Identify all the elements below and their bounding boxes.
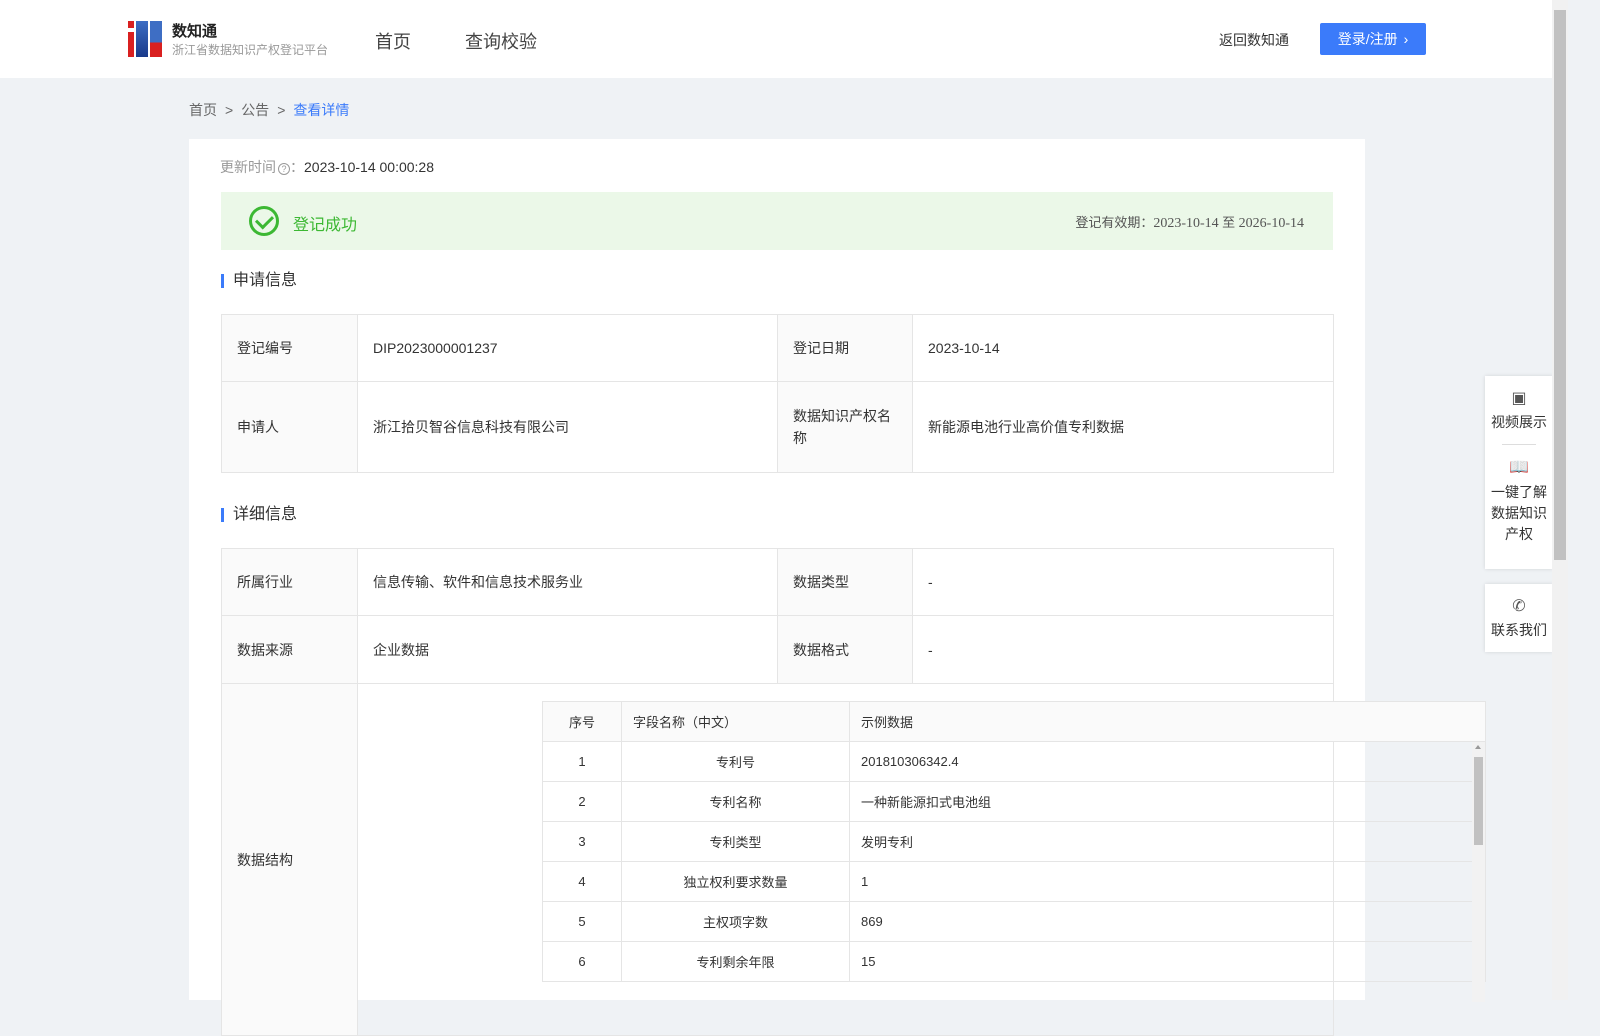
table-row: 1 专利号 201810306342.4 — [542, 741, 1486, 782]
help-icon[interactable]: ? — [278, 163, 290, 175]
scroll-up-icon[interactable] — [1475, 745, 1481, 749]
login-label: 登录/注册 — [1337, 31, 1398, 47]
side-panel: ▣ 视频展示 📖 一键了解 数据知识 产权 — [1485, 376, 1553, 569]
breadcrumb-notice[interactable]: 公告 — [241, 102, 269, 118]
table-row: 5 主权项字数 869 — [542, 901, 1486, 942]
table-row: 数据来源 企业数据 数据格式 - — [221, 615, 1334, 684]
status-banner: 登记成功 登记有效期：2023-10-14 至 2026-10-14 — [221, 192, 1333, 250]
brand-subtitle: 浙江省数据知识产权登记平台 — [172, 43, 329, 57]
logo[interactable] — [128, 21, 162, 57]
breadcrumb-home[interactable]: 首页 — [189, 102, 217, 118]
table-row: 6 专利剩余年限 15 — [542, 941, 1486, 982]
nav-query[interactable]: 查询校验 — [465, 28, 537, 54]
contact-button[interactable]: ✆ 联系我们 — [1485, 584, 1553, 652]
breadcrumb: 首页 > 公告 > 查看详情 — [189, 102, 350, 118]
learn-ip-button[interactable]: 📖 一键了解 数据知识 产权 — [1485, 445, 1553, 557]
brand-name: 数知通 — [172, 23, 218, 40]
chevron-right-icon: › — [1403, 31, 1409, 47]
phone-icon: ✆ — [1512, 598, 1526, 615]
nav-home[interactable]: 首页 — [375, 28, 411, 54]
table-row: 3 专利类型 发明专利 — [542, 821, 1486, 862]
data-structure-table: 序号 字段名称（中文） 示例数据 1 专利号 201810306342.4 2 专利名称一… — [542, 701, 1486, 1002]
status-text: 登记成功 — [293, 217, 358, 234]
table-row: 2 专利名称 一种新能源扣式电池组 — [542, 781, 1486, 822]
table-header: 序号 字段名称（中文） 示例数据 — [542, 701, 1486, 742]
update-time: 更新时间? ：2023-10-14 00:00:28 — [220, 159, 434, 175]
table-row: 4 独立权利要求数量 1 — [542, 861, 1486, 902]
detail-table: 所属行业 信息传输、软件和信息技术服务业 数据类型 - 数据来源 企业数据 数据格式 - 数… — [221, 548, 1486, 1036]
section-title-detail: 详细信息 — [221, 507, 297, 523]
section-title-apply: 申请信息 — [221, 273, 297, 289]
validity-period: 登记有效期：2023-10-14 至 2026-10-14 — [1075, 216, 1304, 231]
page-scrollbar[interactable] — [1552, 0, 1568, 1000]
apply-table: 登记编号 DIP2023000001237 登记日期 2023-10-14 申请人 浙江… — [221, 314, 1334, 473]
video-button[interactable]: ▣ 视频展示 — [1485, 376, 1553, 444]
detail-card: 更新时间? ：2023-10-14 00:00:28 登记成功 登记有效期：202… — [189, 139, 1486, 1036]
book-icon: 📖 — [1509, 459, 1529, 476]
breadcrumb-current: 查看详情 — [293, 102, 350, 118]
check-circle-icon — [249, 206, 279, 236]
table-row: 所属行业 信息传输、软件和信息技术服务业 数据类型 - — [221, 548, 1334, 616]
login-button[interactable]: 登录/注册 › — [1320, 23, 1426, 55]
header: 数知通 浙江省数据知识产权登记平台 首页 查询校验 返回数知通 登录/注册 › — [0, 0, 1552, 78]
table-row: 申请人 浙江拾贝智谷信息科技有限公司 数据知识产权名称 新能源电池行业高价值专利数据 — [221, 381, 1334, 473]
table-row: 数据结构 序号 字段名称（中文） 示例数据 1 专利号 201810306342.4 2… — [221, 683, 1486, 1036]
back-link[interactable]: 返回数知通 — [1219, 30, 1289, 50]
table-row: 登记编号 DIP2023000001237 登记日期 2023-10-14 — [221, 314, 1334, 382]
film-icon: ▣ — [1511, 390, 1527, 407]
table-scrollbar[interactable] — [1472, 742, 1485, 1002]
